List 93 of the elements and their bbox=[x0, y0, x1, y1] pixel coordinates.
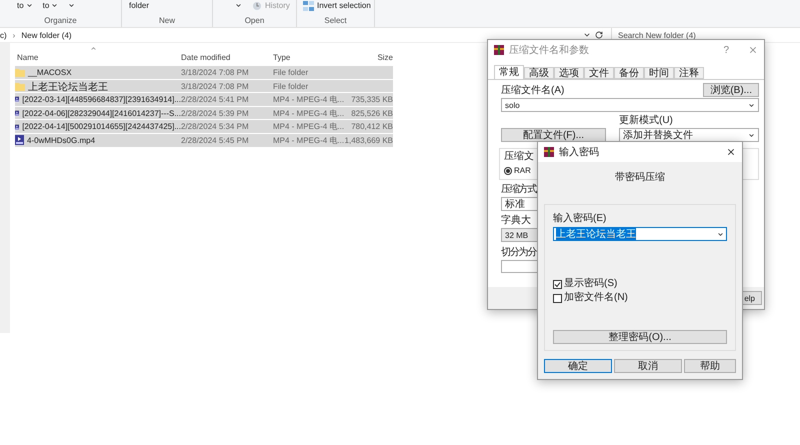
field-label: 输入密码(E) bbox=[553, 213, 606, 225]
breadcrumb[interactable]: c) bbox=[0, 30, 7, 40]
caret-icon bbox=[51, 2, 58, 9]
invert-selection-icon bbox=[303, 0, 314, 10]
type-cell-text: MP4 - MPEG-4 电... bbox=[273, 94, 346, 105]
caret-icon bbox=[717, 230, 724, 238]
radio-label: RAR bbox=[514, 166, 531, 175]
date-cell-text: 3/18/2024 7:08 PM bbox=[181, 82, 250, 92]
video-file-icon bbox=[15, 108, 20, 118]
column-header[interactable]: Name bbox=[15, 52, 181, 62]
file-row[interactable]: 4-0wMHDs0G.mp4 2/28/2024 5:45 PM MP4 - MPEG-4 电...1,483,669 KB bbox=[15, 134, 393, 147]
file-row[interactable]: __MACOSX 3/18/2024 7:08 PM File folder bbox=[15, 66, 393, 79]
tab[interactable]: 备份 bbox=[614, 67, 644, 79]
group-label: Select bbox=[323, 16, 348, 25]
close-icon[interactable] bbox=[726, 147, 736, 157]
file-row[interactable]: [2022-03-14][448596684837][2391634914]...2/28/2024 5:41 PM MP4 - MPEG-4 电... 735,335 KB bbox=[15, 93, 393, 106]
tab[interactable]: 常规 bbox=[494, 65, 524, 79]
file-name: 上老王论坛当老王 bbox=[28, 80, 108, 94]
date-cell-text: 2/28/2024 5:34 PM bbox=[181, 122, 250, 132]
date-cell-text: 3/18/2024 7:08 PM bbox=[181, 68, 250, 77]
file-name: __MACOSX bbox=[28, 68, 72, 77]
column-header[interactable]: Date modified bbox=[181, 52, 273, 62]
field-label: 压缩文件名(A) bbox=[501, 85, 564, 97]
field-label: 压缩方式 bbox=[501, 184, 536, 196]
tab[interactable]: 文件 bbox=[584, 67, 614, 79]
archiver-icon bbox=[494, 45, 504, 55]
file-name: [2022-03-14][448596684837][2391634914]... bbox=[22, 94, 181, 104]
update-mode-combo[interactable]: 添加并替换文件 bbox=[619, 128, 759, 142]
archive-name-combo[interactable]: solo bbox=[501, 98, 759, 112]
size-cell-text: 735,335 KB bbox=[350, 94, 393, 104]
checkbox[interactable] bbox=[553, 280, 562, 288]
file-name: [2022-04-06][282329044][2416014237]---S... bbox=[22, 108, 181, 118]
caret-icon bbox=[68, 2, 76, 9]
checkbox[interactable] bbox=[553, 294, 562, 302]
dialog-heading: 带密码压缩 bbox=[615, 170, 665, 184]
file-row[interactable]: [2022-04-06][282329044][2416014237]---S...2/28/2024 5:39 PM MP4 - MPEG-4 电... 825,526 KB bbox=[15, 106, 393, 120]
help-mark[interactable]: ? bbox=[723, 44, 729, 56]
breadcrumb[interactable]: New folder (4) bbox=[21, 30, 72, 40]
window-title: 输入密码 bbox=[559, 146, 599, 159]
date-cell-text: 2/28/2024 5:39 PM bbox=[181, 108, 250, 118]
field-label: 更新模式(U) bbox=[619, 115, 674, 127]
size-cell-text: 780,412 KB bbox=[350, 122, 393, 132]
caret-icon bbox=[748, 132, 755, 138]
password-combo[interactable]: 上老王论坛当老王 bbox=[553, 227, 727, 241]
window-title: 压缩文件名和参数 bbox=[509, 44, 589, 57]
type-cell-text: File folder bbox=[273, 82, 310, 92]
group-label: 压缩文 bbox=[504, 151, 534, 163]
history-icon bbox=[252, 0, 262, 10]
type-cell-text: MP4 - MPEG-4 电... bbox=[273, 121, 346, 132]
archiver-icon bbox=[544, 147, 554, 157]
caret-icon bbox=[748, 102, 755, 108]
type-cell-text: MP4 - MPEG-4 电... bbox=[273, 108, 346, 119]
checkbox-label: 显示密码(S) bbox=[564, 278, 618, 290]
dialog-button[interactable]: 取消 bbox=[614, 359, 682, 373]
tab[interactable]: 时间 bbox=[644, 67, 674, 79]
browse-button[interactable]: 浏览(B)... bbox=[703, 83, 759, 97]
ribbon-button[interactable]: to bbox=[42, 0, 58, 11]
field-label: 切分为分 bbox=[501, 247, 536, 259]
date-cell-text: 2/28/2024 5:45 PM bbox=[181, 136, 250, 145]
refresh-icon[interactable] bbox=[595, 31, 603, 39]
file-row[interactable]: 上老王论坛当老王 3/18/2024 7:08 PM File folder bbox=[15, 80, 393, 92]
group-label: Open bbox=[244, 16, 266, 25]
profiles-button[interactable]: 配置文件(F)... bbox=[501, 128, 606, 142]
file-name: [2022-04-14][500291014655][2424437425]... bbox=[22, 122, 181, 132]
tab[interactable]: 高级 bbox=[524, 67, 554, 79]
radio-button[interactable] bbox=[504, 166, 512, 174]
ribbon-button[interactable]: folder bbox=[129, 0, 150, 11]
size-cell-text: 825,526 KB bbox=[350, 108, 393, 118]
field-label: 字典大 bbox=[501, 215, 531, 227]
column-header[interactable]: Size bbox=[349, 52, 393, 62]
dialog-button[interactable]: 帮助 bbox=[684, 359, 736, 373]
date-cell-text: 2/28/2024 5:41 PM bbox=[181, 94, 250, 104]
caret-icon bbox=[26, 2, 33, 9]
checkbox-label: 加密文件名(N) bbox=[564, 292, 628, 304]
column-header[interactable]: Type bbox=[273, 52, 349, 62]
type-cell-text: File folder bbox=[273, 68, 310, 77]
file-name: 4-0wMHDs0G.mp4 bbox=[27, 136, 96, 145]
ribbon-button[interactable]: to bbox=[17, 0, 33, 11]
video-file-icon bbox=[15, 122, 20, 132]
video-file-icon bbox=[15, 135, 24, 146]
organize-passwords-button[interactable]: 整理密码(O)... bbox=[553, 330, 727, 344]
group-label: New bbox=[158, 16, 176, 25]
tab[interactable]: 选项 bbox=[554, 67, 584, 79]
dialog-button[interactable]: 确定 bbox=[544, 359, 612, 373]
sort-caret-icon bbox=[90, 45, 97, 52]
ribbon-button[interactable]: Invert selection bbox=[303, 0, 371, 11]
group-label: Organize bbox=[43, 16, 78, 25]
tab[interactable]: 注释 bbox=[674, 67, 704, 79]
caret-icon bbox=[235, 2, 242, 9]
file-row[interactable]: [2022-04-14][500291014655][2424437425]...2/28/2024 5:34 PM MP4 - MPEG-4 电... 780,412 KB bbox=[15, 120, 393, 133]
video-file-icon bbox=[15, 94, 20, 104]
breadcrumb-separator: › bbox=[12, 30, 16, 40]
dropdown-icon[interactable] bbox=[583, 31, 591, 39]
